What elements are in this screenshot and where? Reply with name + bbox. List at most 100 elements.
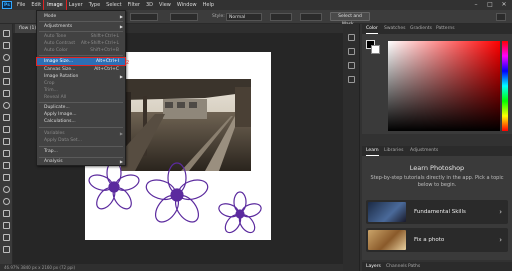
learn-card-fix-a-photo[interactable]: Fix a photo › (366, 228, 508, 252)
submenu-arrow-icon: ▶ (119, 159, 123, 164)
menu-bar: Ps File Edit Image Layer Type Select Fil… (0, 0, 512, 11)
minimize-button[interactable]: – (470, 0, 482, 10)
learn-description: Step-by-step tutorials directly in the a… (370, 175, 504, 188)
panel-icon-strip (343, 24, 360, 271)
tab-channels[interactable]: Channels (386, 262, 407, 271)
menu-edit[interactable]: Edit (28, 0, 44, 10)
clone-stamp-tool-icon[interactable] (3, 138, 10, 145)
dodge-tool-icon[interactable] (3, 198, 10, 205)
hue-slider[interactable] (502, 41, 508, 131)
menu-item-apply-image[interactable]: Apply Image... (37, 111, 125, 118)
menu-item-reveal-all: Reveal All (44, 95, 67, 100)
tab-adjustments[interactable]: Adjustments (410, 146, 438, 156)
layers-panel-tabs: Layers Channels Paths (362, 262, 512, 271)
train-station-photo (121, 79, 251, 171)
tab-swatches[interactable]: Swatches (384, 24, 406, 34)
tab-color[interactable]: Color (366, 24, 378, 34)
properties-panel-icon[interactable] (348, 48, 355, 55)
menu-item-apply-data-set: Apply Data Set... (44, 138, 82, 143)
marquee-tool-icon[interactable] (3, 42, 10, 49)
maximize-button[interactable]: □ (484, 0, 496, 10)
brush-tool-icon[interactable] (3, 126, 10, 133)
menu-view[interactable]: View (156, 0, 174, 10)
menu-separator (39, 127, 123, 128)
menu-select[interactable]: Select (103, 0, 124, 10)
healing-brush-tool-icon[interactable] (3, 114, 10, 121)
submenu-arrow-icon: ▶ (119, 74, 123, 79)
paragraph-panel-icon[interactable] (348, 76, 355, 83)
menu-item-adjustments[interactable]: Adjustments ▶ (37, 23, 125, 30)
menu-separator (39, 146, 123, 147)
tab-layers[interactable]: Layers (366, 262, 381, 271)
select-and-mask-button[interactable]: Select and Mask... (330, 12, 370, 27)
menu-item-trim: Trim... (44, 88, 58, 93)
menu-layer[interactable]: Layer (66, 0, 86, 10)
menu-window[interactable]: Window (174, 0, 200, 10)
quick-select-tool-icon[interactable] (3, 66, 10, 73)
menu-image[interactable]: Image (43, 0, 67, 11)
eyedropper-tool-icon[interactable] (3, 102, 10, 109)
blur-tool-icon[interactable] (3, 186, 10, 193)
learn-card-fundamental-skills[interactable]: Fundamental Skills › (366, 200, 508, 224)
step-annotation: 2 (126, 60, 130, 66)
tab-libraries[interactable]: Libraries (384, 146, 403, 156)
style-select[interactable]: Normal (226, 13, 262, 21)
status-bar: 46.97% 3840 px x 2160 px (72 ppi) (0, 264, 343, 271)
menu-item-trap[interactable]: Trap... (37, 148, 125, 155)
rectangle-tool-icon[interactable] (3, 246, 10, 253)
path-selection-tool-icon[interactable] (3, 234, 10, 241)
menu-item-mode[interactable]: Mode ▶ (37, 13, 125, 20)
tools-panel (0, 24, 13, 264)
menu-filter[interactable]: Filter (125, 0, 143, 10)
menu-item-auto-color: Auto Color Shift+Ctrl+B (44, 48, 119, 53)
background-color-swatch[interactable] (371, 45, 380, 54)
chevron-right-icon: › (499, 236, 502, 244)
learn-panel-tabs: Learn Libraries Adjustments (362, 146, 512, 156)
tab-patterns[interactable]: Patterns (436, 24, 455, 34)
move-tool-icon[interactable] (3, 30, 10, 37)
chevron-right-icon: › (499, 208, 502, 216)
learn-card-label: Fix a photo (414, 237, 445, 243)
menu-item-crop: Crop (44, 81, 55, 86)
anti-alias-field[interactable] (170, 13, 198, 21)
share-icon[interactable] (496, 13, 506, 21)
fix-a-photo-thumbnail (368, 230, 406, 250)
learn-title: Learn Photoshop (409, 164, 465, 172)
menu-separator (39, 21, 123, 22)
tab-gradients[interactable]: Gradients (410, 24, 432, 34)
menu-help[interactable]: Help (200, 0, 217, 10)
menu-item-calculations[interactable]: Calculations... (37, 118, 125, 125)
menu-item-canvas-size[interactable]: Canvas Size... Alt+Ctrl+C (37, 66, 125, 73)
eraser-tool-icon[interactable] (3, 162, 10, 169)
menu-file[interactable]: File (14, 0, 28, 10)
feather-field[interactable] (130, 13, 158, 21)
history-panel-icon[interactable] (348, 34, 355, 41)
history-brush-tool-icon[interactable] (3, 150, 10, 157)
color-panel-tabs: Color Swatches Gradients Patterns (362, 24, 512, 34)
menu-item-analysis[interactable]: Analysis ▶ (37, 158, 125, 165)
height-field[interactable] (300, 13, 322, 21)
color-picker-field[interactable] (388, 41, 500, 131)
learn-card-label: Fundamental Skills (414, 209, 466, 215)
tab-learn[interactable]: Learn (366, 146, 379, 156)
menu-item-image-rotation[interactable]: Image Rotation ▶ (37, 73, 125, 80)
crop-tool-icon[interactable] (3, 78, 10, 85)
menu-item-image-size[interactable]: Image Size... Alt+Ctrl+I (36, 57, 126, 66)
lasso-tool-icon[interactable] (3, 54, 10, 61)
menu-type[interactable]: Type (86, 0, 103, 10)
gradient-tool-icon[interactable] (3, 174, 10, 181)
frame-tool-icon[interactable] (3, 90, 10, 97)
pen-tool-icon[interactable] (3, 210, 10, 217)
close-window-button[interactable]: ✕ (498, 0, 510, 10)
menu-3d[interactable]: 3D (143, 0, 156, 10)
fundamental-skills-thumbnail (368, 202, 406, 222)
tab-paths[interactable]: Paths (408, 262, 420, 271)
menu-item-duplicate[interactable]: Duplicate... (37, 104, 125, 111)
submenu-arrow-icon: ▶ (119, 14, 123, 19)
type-tool-icon[interactable] (3, 222, 10, 229)
brushes-panel-icon[interactable] (348, 62, 355, 69)
menu-item-auto-tone: Auto Tone Shift+Ctrl+L (44, 34, 119, 39)
width-field[interactable] (270, 13, 292, 21)
style-label: Style: (212, 14, 225, 19)
menu-item-variables: Variables ▶ (44, 131, 123, 136)
